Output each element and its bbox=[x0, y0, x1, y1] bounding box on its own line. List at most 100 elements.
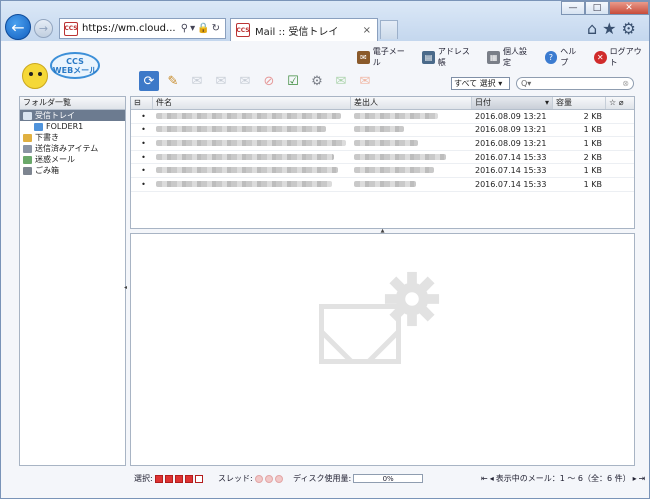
mail-toolbar: ⟳ ✎ ✉ ✉ ✉ ⊘ ☑ ⚙ ✉ ✉ bbox=[139, 71, 375, 91]
redacted-text bbox=[156, 139, 346, 146]
row-size: 2 KB bbox=[583, 111, 602, 121]
status-bar: 選択: スレッド: ディスク使用量: 0% ⇤ ◂ 表示中のメール：1 ～ 6（… bbox=[1, 472, 649, 486]
url-text[interactable]: https://wm.cloud... bbox=[82, 23, 181, 34]
tab-close-icon[interactable]: × bbox=[363, 25, 377, 36]
delete-button[interactable]: ⊘ bbox=[259, 71, 279, 91]
row-size: 2 KB bbox=[583, 152, 602, 162]
redacted-text bbox=[156, 112, 341, 119]
close-window-button[interactable]: ✕ bbox=[609, 1, 649, 15]
list-options-column[interactable]: ⊟ bbox=[131, 97, 153, 109]
address-bar[interactable]: CCS https://wm.cloud... ⚲▾🔒↻ bbox=[59, 18, 226, 39]
column-from[interactable]: 差出人 bbox=[351, 97, 472, 109]
column-subject[interactable]: 件名 bbox=[153, 97, 351, 109]
row-subject bbox=[153, 153, 351, 162]
folder-item-trash[interactable]: ごみ箱 bbox=[20, 165, 125, 176]
table-row[interactable]: • 2016.07.14 15:33 1 KB bbox=[131, 178, 634, 192]
table-row[interactable]: • 2016.07.14 15:33 2 KB bbox=[131, 151, 634, 165]
reply-button[interactable]: ✉ bbox=[187, 71, 207, 91]
row-date: 2016.08.09 13:21 bbox=[475, 111, 547, 121]
compose-button[interactable]: ✎ bbox=[163, 71, 183, 91]
not-spam-icon: ✉ bbox=[335, 73, 347, 89]
select-none-icon[interactable] bbox=[194, 474, 203, 483]
search-input[interactable]: Q▾ ⊗ bbox=[516, 77, 634, 90]
table-row[interactable]: • 2016.08.09 13:21 2 KB bbox=[131, 110, 634, 124]
ccs-webmail-logo[interactable]: CCS WEBメール bbox=[20, 49, 100, 89]
menu-settings[interactable]: ▦ 個人設定 bbox=[487, 46, 534, 68]
tab-mail[interactable]: CCS Mail :: 受信トレイ × bbox=[230, 18, 378, 41]
first-page-icon[interactable]: ⇤ bbox=[481, 474, 488, 483]
compose-icon: ✎ bbox=[167, 73, 179, 89]
row-date: 2016.07.14 15:33 bbox=[475, 179, 547, 189]
folder-collapse-handle[interactable]: ◂ bbox=[124, 284, 127, 291]
select-page-icon[interactable] bbox=[164, 474, 173, 483]
select-unread-icon[interactable] bbox=[174, 474, 183, 483]
mascot-icon bbox=[22, 63, 48, 89]
favorites-star-icon[interactable]: ★ bbox=[602, 19, 616, 38]
back-button[interactable]: ← bbox=[5, 14, 31, 40]
lock-icon[interactable]: 🔒 bbox=[197, 23, 211, 34]
table-row[interactable]: • 2016.07.14 15:33 1 KB bbox=[131, 164, 634, 178]
new-tab-button[interactable] bbox=[380, 20, 398, 39]
folder-item-drafts[interactable]: 下書き bbox=[20, 132, 125, 143]
menu-logout[interactable]: ✕ ログアウト bbox=[593, 46, 649, 68]
folder-item-inbox[interactable]: 受信トレイ bbox=[20, 110, 125, 121]
column-date[interactable]: 日付 ▾ bbox=[472, 97, 553, 109]
thread-collapse-icon[interactable] bbox=[264, 474, 273, 483]
clear-search-icon[interactable]: ⊗ bbox=[622, 78, 629, 89]
disk-usage-group: ディスク使用量: 0% bbox=[293, 473, 424, 484]
table-row[interactable]: • 2016.08.09 13:21 1 KB bbox=[131, 137, 634, 151]
row-subject bbox=[153, 139, 351, 148]
search-placeholder: Q▾ bbox=[521, 79, 532, 88]
inbox-icon bbox=[23, 111, 32, 120]
search-icon[interactable]: ⚲ bbox=[181, 23, 190, 34]
mark-button[interactable]: ☑ bbox=[283, 71, 303, 91]
more-options-button[interactable]: ⚙ bbox=[307, 71, 327, 91]
minimize-button[interactable]: — bbox=[561, 1, 585, 15]
window-controls: — □ ✕ bbox=[561, 1, 649, 16]
folder-item-sent[interactable]: 送信済みアイテム bbox=[20, 143, 125, 154]
select-all-icon[interactable] bbox=[154, 474, 163, 483]
select-label: 選択: bbox=[134, 474, 153, 483]
menu-help[interactable]: ? ヘルプ bbox=[544, 46, 584, 68]
check-mail-button[interactable]: ⟳ bbox=[139, 71, 159, 91]
home-icon[interactable]: ⌂ bbox=[587, 19, 597, 38]
menu-mail[interactable]: ✉ 電子メール bbox=[357, 46, 412, 68]
message-list-header: ⊟ 件名 差出人 日付 ▾ 容量 ☆ ⌀ bbox=[131, 97, 634, 110]
folder-item-folder1[interactable]: FOLDER1 bbox=[20, 121, 125, 132]
table-row[interactable]: • 2016.08.09 13:21 1 KB bbox=[131, 124, 634, 138]
not-spam-button[interactable]: ✉ bbox=[331, 71, 351, 91]
message-count: 表示中のメール：1 ～ 6（全：6 件） bbox=[495, 474, 631, 483]
menu-label: ログアウト bbox=[609, 47, 642, 67]
menu-label: 個人設定 bbox=[503, 47, 528, 67]
thread-expand-icon[interactable] bbox=[254, 474, 263, 483]
row-from bbox=[351, 139, 472, 148]
maximize-button[interactable]: □ bbox=[585, 1, 609, 15]
forward-mail-button[interactable]: ✉ bbox=[235, 71, 255, 91]
disk-usage-bar: 0% bbox=[353, 474, 424, 483]
refresh-icon[interactable]: ↻ bbox=[212, 23, 222, 34]
redacted-text bbox=[156, 167, 338, 174]
spam-button[interactable]: ✉ bbox=[355, 71, 375, 91]
selection-group: 選択: bbox=[134, 473, 203, 484]
star-icon[interactable]: ☆ bbox=[609, 98, 616, 107]
menu-address-book[interactable]: ▤ アドレス帳 bbox=[422, 46, 477, 68]
forward-button[interactable]: → bbox=[34, 19, 53, 38]
mark-icon: ☑ bbox=[287, 73, 299, 89]
column-size[interactable]: 容量 bbox=[553, 97, 606, 109]
redacted-text bbox=[156, 153, 334, 160]
thread-group: スレッド: bbox=[218, 473, 283, 484]
thread-expand-unread-icon[interactable] bbox=[274, 474, 283, 483]
row-subject bbox=[153, 166, 351, 175]
last-page-icon[interactable]: ⇥ bbox=[639, 474, 646, 483]
tab-favicon-icon: CCS bbox=[236, 23, 250, 37]
next-page-icon[interactable]: ▸ bbox=[633, 474, 637, 483]
arrow-left-icon: ← bbox=[11, 17, 25, 37]
reply-all-button[interactable]: ✉ bbox=[211, 71, 231, 91]
folder-label: 迷惑メール bbox=[35, 155, 75, 164]
prev-page-icon[interactable]: ◂ bbox=[490, 474, 494, 483]
folder-item-junk[interactable]: 迷惑メール bbox=[20, 154, 125, 165]
settings-gear-icon[interactable]: ⚙ bbox=[622, 19, 636, 38]
select-invert-icon[interactable] bbox=[184, 474, 193, 483]
select-dropdown[interactable]: すべて 選択 ▾ bbox=[451, 77, 510, 90]
redacted-text bbox=[354, 180, 416, 187]
